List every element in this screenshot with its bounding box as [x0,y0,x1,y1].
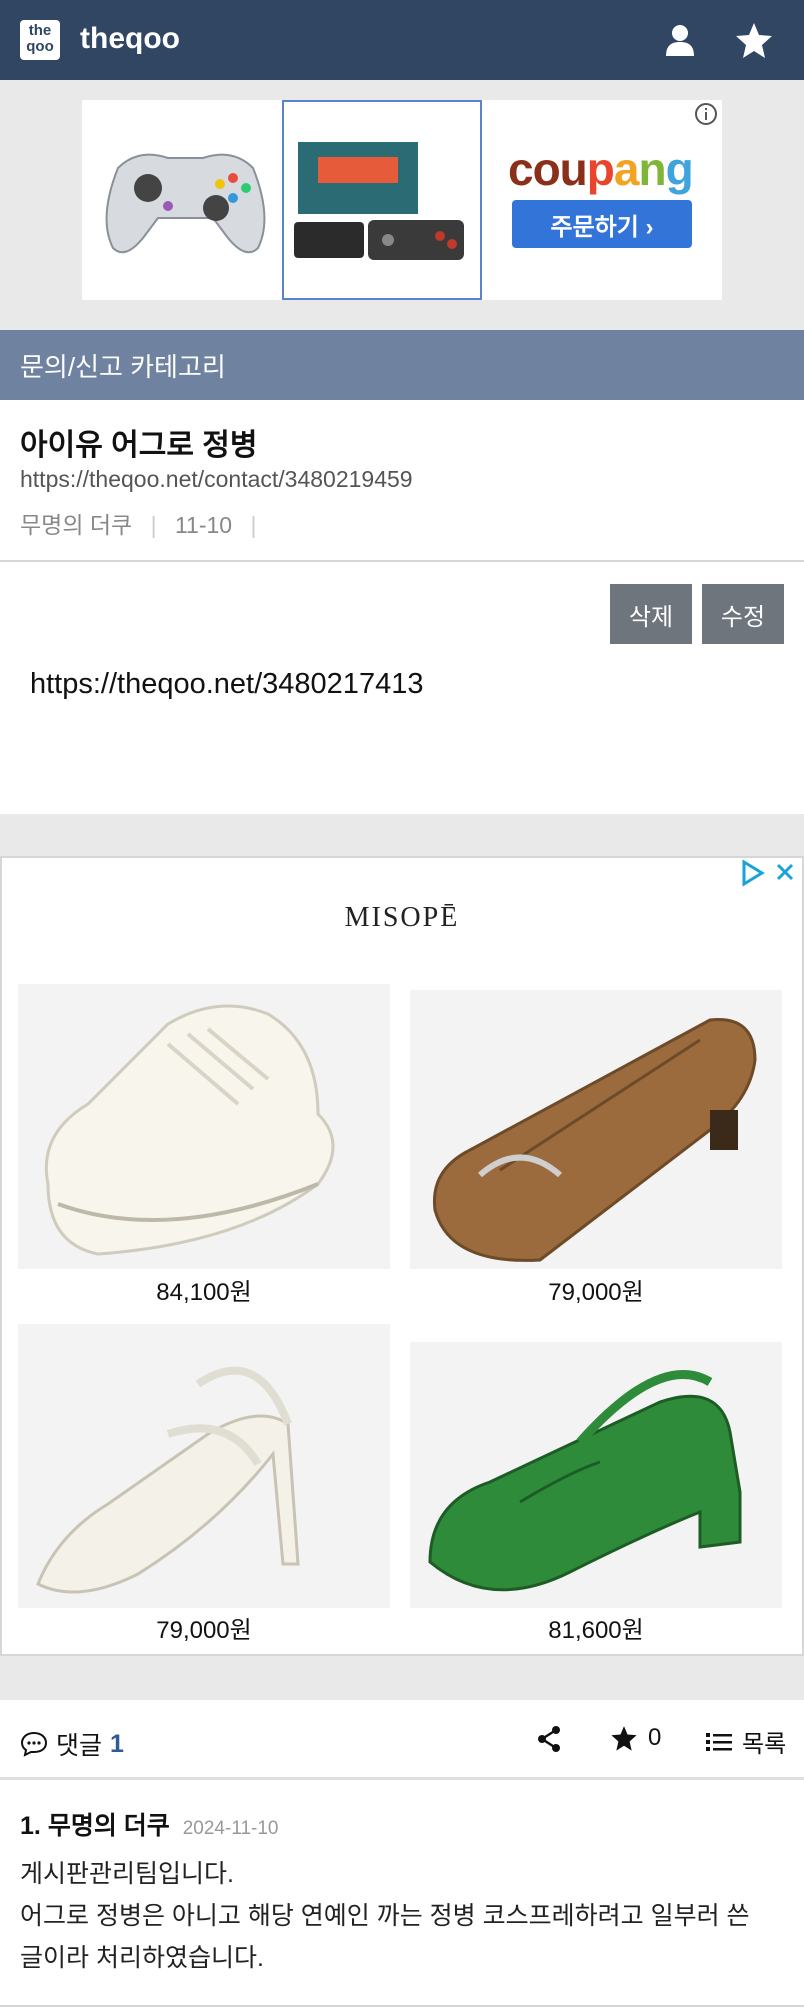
meta-divider: | [150,512,157,538]
shoe-price-2: 79,000원 [548,1279,644,1306]
comment-count-value: 1 [110,1729,124,1758]
post-title: 아이유 어그로 정병 [20,429,258,462]
comment-date: 2024-11-10 [182,1818,279,1839]
info-icon[interactable] [692,100,720,128]
ad-brand-logo[interactable]: MISOPĒ [2,902,802,934]
comment-bubble-icon [20,1731,48,1757]
post-body: 삭제 수정 https://theqoo.net/3480217413 [0,562,804,814]
brown-loafer-image[interactable] [410,990,782,1269]
loafer-graphic [432,1018,757,1262]
top-navbar: the qoo theqoo [0,0,804,80]
post-body-link[interactable]: https://theqoo.net/3480217413 [30,668,423,701]
white-heel-image[interactable] [18,1324,390,1608]
coupang-logo[interactable]: coupang [508,142,694,196]
retro-console-image[interactable] [282,100,482,300]
comment-header: 1. 무명의 더쿠 2024-11-10 [20,1806,279,1842]
comment-line-2: 어그로 정병은 아니고 해당 연예인 까는 정병 코스프레하려고 일부러 쓴 [20,1902,750,1930]
list-button[interactable]: 목록 [706,1724,786,1759]
shoe-price-3: 79,000원 [156,1617,252,1644]
category-label: 문의/신고 카테고리 [20,351,226,382]
order-button[interactable]: 주문하기 › [512,200,692,248]
logo-text: the qoo [26,22,54,55]
share-icon[interactable] [534,1724,564,1754]
comment-index: 1. [20,1812,41,1840]
comment-author[interactable]: 무명의 더쿠 [48,1812,170,1840]
comment-item: 1. 무명의 더쿠 2024-11-10 게시판관리팀입니다. 어그로 정병은 … [0,1780,804,2007]
heel-graphic [36,1366,300,1594]
list-label: 목록 [742,1731,787,1758]
post-author: 무명의 더쿠 [20,512,133,538]
favorite-count: 0 [648,1724,662,1751]
shoe-price-1: 84,100원 [156,1279,252,1306]
comment-label: 댓글 [56,1732,103,1760]
game-controller-image[interactable] [98,128,273,268]
list-icon [706,1732,732,1751]
shoe-ad-banner[interactable]: MISOPĒ 84,100원 79,000원 79,000원 81,600원 [0,856,804,1656]
delete-button[interactable]: 삭제 [610,584,692,644]
adchoices-icon[interactable] [738,858,798,888]
white-sneaker-image[interactable] [18,984,390,1269]
comment-count[interactable]: 댓글 1 [20,1726,124,1762]
favorite-button[interactable]: 0 [610,1724,661,1752]
green-flat-image[interactable] [410,1342,782,1608]
comment-toolbar: 댓글 1 0 목록 [0,1700,804,1780]
shoe-price-4: 81,600원 [548,1617,644,1644]
post-url[interactable]: https://theqoo.net/contact/3480219459 [20,466,413,493]
meta-divider: | [250,512,257,538]
flat-graphic [428,1370,742,1592]
retro-console-graphic [294,142,464,260]
post-header: 아이유 어그로 정병 https://theqoo.net/contact/34… [0,400,804,562]
comment-line-3: 글이라 처리하였습니다. [20,1944,264,1972]
sneaker-graphic [44,1004,335,1256]
comment-line-1: 게시판관리팀입니다. [20,1860,234,1888]
user-icon[interactable] [660,20,700,60]
star-icon[interactable] [734,20,774,60]
edit-button[interactable]: 수정 [702,584,784,644]
site-brand[interactable]: theqoo [80,22,180,56]
post-date: 11-10 [174,512,233,538]
star-icon [611,1726,637,1751]
post-meta: 무명의 더쿠 | 11-10 | [20,506,268,540]
site-logo[interactable]: the qoo [20,20,60,60]
category-bar: 문의/신고 카테고리 [0,330,804,400]
